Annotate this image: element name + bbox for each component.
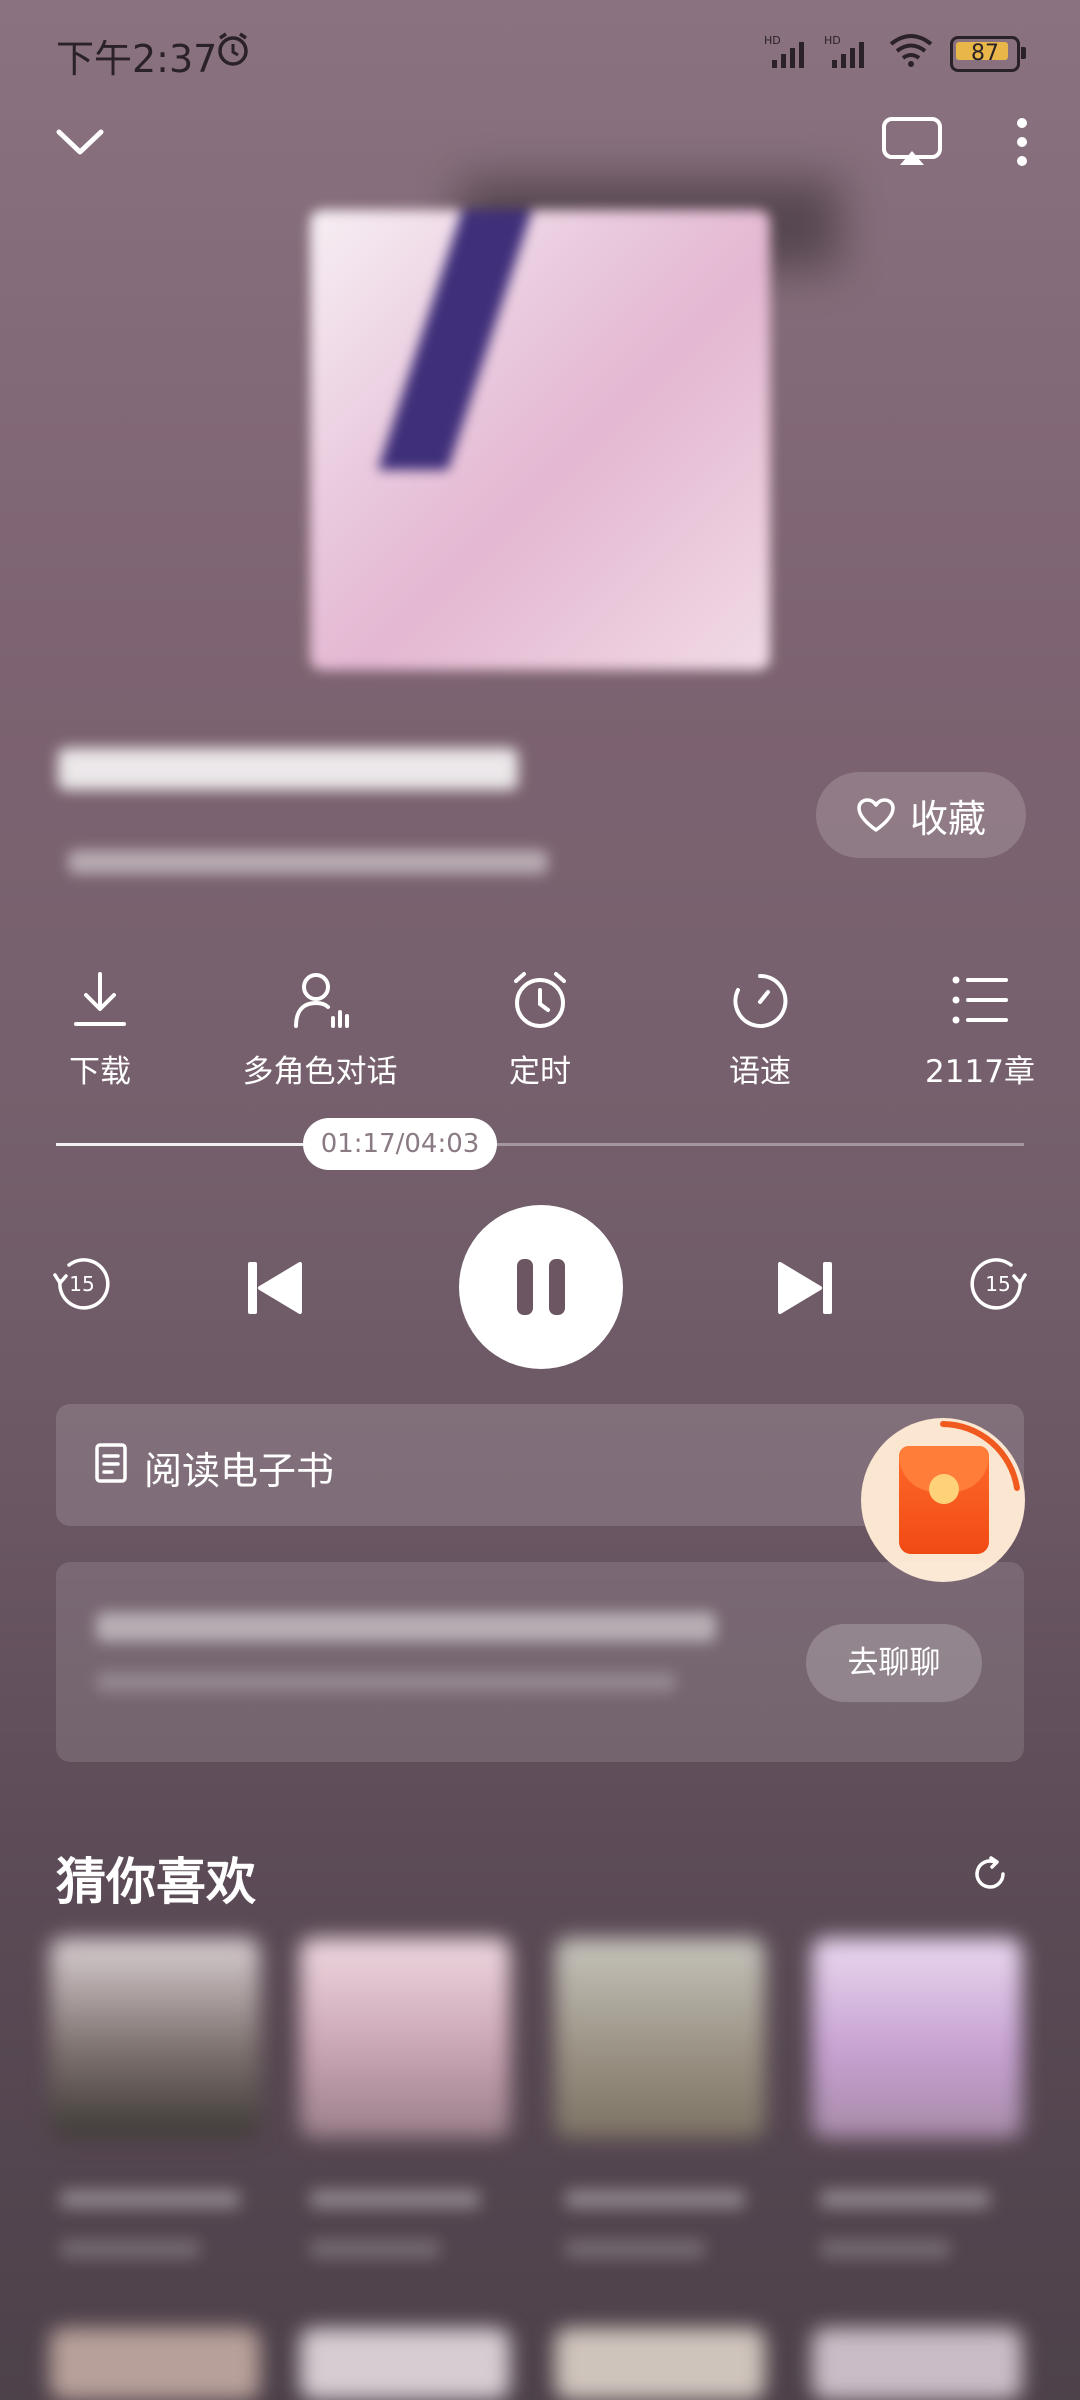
tool-label: 多角色对话 bbox=[242, 1054, 398, 1090]
recommend-item-title-blurred bbox=[820, 2190, 990, 2208]
book-author-blurred bbox=[68, 850, 548, 874]
tool-label: 语速 bbox=[729, 1054, 791, 1090]
pause-icon bbox=[517, 1259, 565, 1315]
more-button[interactable] bbox=[994, 108, 1050, 176]
recommend-item-cover[interactable] bbox=[300, 1938, 510, 2138]
tool-download[interactable]: 下载 bbox=[0, 970, 200, 1091]
recommend-item-sub-blurred bbox=[60, 2240, 200, 2258]
recommend-item-cover[interactable] bbox=[555, 2328, 765, 2400]
speed-icon bbox=[733, 973, 788, 1028]
tool-label: 2117章 bbox=[925, 1054, 1035, 1090]
recommend-item-cover[interactable] bbox=[300, 2328, 510, 2400]
book-title-blurred bbox=[58, 748, 518, 790]
document-icon bbox=[94, 1442, 128, 1488]
tools-row: 下载 多角色对话 定时 语速 2117章 bbox=[0, 970, 1080, 1100]
recommend-item-title-blurred bbox=[565, 2190, 745, 2208]
rewind-15-button[interactable]: 15 bbox=[46, 1248, 118, 1320]
refresh-button[interactable] bbox=[960, 1844, 1020, 1904]
tool-multi-role[interactable]: 多角色对话 bbox=[220, 970, 420, 1091]
status-time: 下午2:37 bbox=[56, 37, 218, 81]
book-cover bbox=[310, 210, 770, 670]
recommend-item-sub-blurred bbox=[310, 2240, 440, 2258]
recommend-item-cover[interactable] bbox=[812, 1938, 1022, 2138]
red-packet-button[interactable] bbox=[861, 1418, 1025, 1582]
download-icon bbox=[74, 972, 126, 1026]
pause-button[interactable] bbox=[459, 1205, 623, 1369]
forward-seconds: 15 bbox=[985, 1272, 1010, 1296]
chat-text-blurred bbox=[96, 1612, 716, 1642]
skip-next-icon bbox=[778, 1262, 832, 1314]
tool-speed[interactable]: 语速 bbox=[660, 970, 860, 1091]
signal-icon: HD bbox=[764, 34, 816, 74]
rewind-seconds: 15 bbox=[69, 1272, 94, 1296]
collapse-button[interactable] bbox=[48, 110, 112, 174]
skip-previous-icon bbox=[248, 1262, 302, 1314]
forward-15-icon: 15 bbox=[970, 1258, 1027, 1310]
tool-timer[interactable]: 定时 bbox=[440, 970, 640, 1091]
heart-icon bbox=[857, 798, 895, 832]
recommend-item-cover[interactable] bbox=[50, 2328, 260, 2400]
multi-role-icon bbox=[294, 973, 349, 1028]
progress-fill bbox=[56, 1143, 306, 1146]
read-ebook-label: 阅读电子书 bbox=[144, 1449, 335, 1493]
rewind-15-icon: 15 bbox=[53, 1258, 110, 1310]
previous-chapter-button[interactable] bbox=[236, 1250, 312, 1326]
alarm-timer-icon bbox=[514, 972, 566, 1028]
favorite-button[interactable]: 收藏 bbox=[816, 772, 1026, 858]
more-vertical-icon bbox=[1017, 118, 1027, 166]
recommend-item-title-blurred bbox=[60, 2190, 240, 2208]
red-envelope-icon bbox=[899, 1446, 989, 1554]
battery-level: 87 bbox=[971, 41, 999, 66]
recommend-title: 猜你喜欢 bbox=[56, 1853, 256, 1911]
refresh-icon bbox=[975, 1856, 1005, 1889]
recommend-item-sub-blurred bbox=[820, 2240, 950, 2258]
wifi-icon bbox=[888, 32, 934, 72]
cast-icon bbox=[882, 117, 942, 165]
chat-subtext-blurred bbox=[96, 1672, 676, 1692]
go-chat-button[interactable]: 去聊聊 bbox=[806, 1624, 982, 1702]
chapter-list-icon bbox=[952, 976, 1008, 1024]
favorite-label: 收藏 bbox=[909, 796, 986, 841]
network-label-1: HD bbox=[764, 34, 781, 47]
recommend-item-cover[interactable] bbox=[555, 1938, 765, 2138]
recommend-item-sub-blurred bbox=[565, 2240, 705, 2258]
cast-button[interactable] bbox=[876, 108, 948, 176]
signal-icon-2: HD bbox=[824, 34, 876, 74]
alarm-icon bbox=[214, 30, 252, 72]
recommend-item-cover[interactable] bbox=[812, 2328, 1022, 2400]
tool-chapters[interactable]: 2117章 bbox=[880, 970, 1080, 1091]
network-label-2: HD bbox=[824, 34, 841, 47]
progress-time-pill[interactable]: 01:17/04:03 bbox=[303, 1118, 497, 1170]
tool-label: 下载 bbox=[69, 1054, 131, 1090]
status-bar: 下午2:37 HD HD 87 bbox=[0, 0, 1080, 100]
next-chapter-button[interactable] bbox=[768, 1250, 844, 1326]
recommend-item-title-blurred bbox=[310, 2190, 480, 2208]
recommend-item-cover[interactable] bbox=[50, 1938, 260, 2138]
chevron-down-icon bbox=[56, 129, 104, 155]
tool-label: 定时 bbox=[509, 1054, 571, 1090]
battery-indicator: 87 bbox=[950, 36, 1026, 72]
forward-15-button[interactable]: 15 bbox=[962, 1248, 1034, 1320]
